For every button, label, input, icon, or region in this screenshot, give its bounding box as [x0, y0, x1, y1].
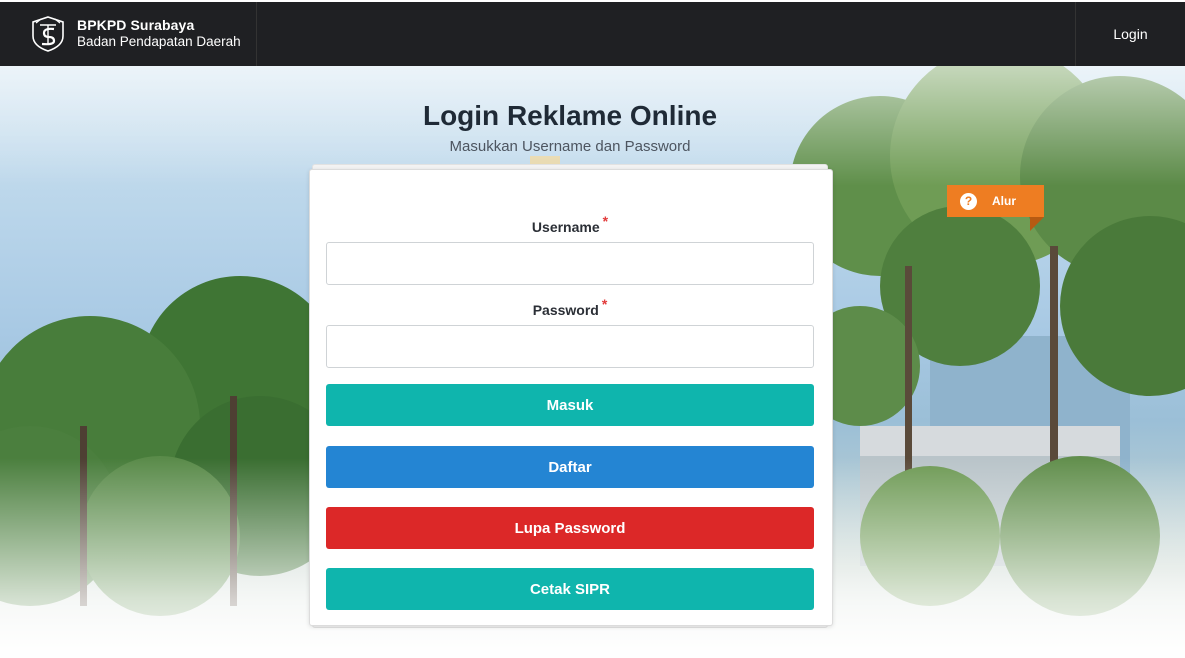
- alur-label: Alur: [992, 194, 1016, 208]
- required-mark: *: [602, 213, 609, 229]
- alur-button[interactable]: ? Alur: [947, 185, 1044, 217]
- brand-title: BPKPD Surabaya: [77, 17, 195, 33]
- brand-subtitle: Badan Pendapatan Daerah: [77, 34, 241, 49]
- username-label-text: Username: [531, 219, 600, 235]
- password-input[interactable]: [326, 325, 814, 368]
- masuk-button[interactable]: Masuk: [326, 384, 814, 426]
- question-circle-icon: ?: [960, 192, 977, 210]
- username-label: Username *: [310, 213, 830, 235]
- top-navbar: BPKPD Surabaya Badan Pendapatan Daerah L…: [0, 2, 1185, 66]
- cetak-sipr-button[interactable]: Cetak SIPR: [326, 568, 814, 610]
- brand[interactable]: BPKPD Surabaya Badan Pendapatan Daerah: [0, 2, 257, 66]
- password-label-text: Password: [532, 302, 599, 318]
- required-mark: *: [601, 296, 608, 312]
- daftar-button[interactable]: Daftar: [326, 446, 814, 488]
- nav-login-link[interactable]: Login: [1075, 2, 1185, 66]
- page-subtitle: Masukkan Username dan Password: [449, 138, 691, 155]
- login-card: Username * Password * Masuk Daftar Lupa Pa…: [309, 169, 833, 626]
- alur-ribbon-fold: [1030, 217, 1044, 231]
- username-input[interactable]: [326, 242, 814, 285]
- surabaya-emblem-icon: [32, 16, 64, 52]
- lupa-password-button[interactable]: Lupa Password: [326, 507, 814, 549]
- password-label: Password *: [310, 296, 830, 318]
- page-title: Login Reklame Online: [422, 100, 718, 131]
